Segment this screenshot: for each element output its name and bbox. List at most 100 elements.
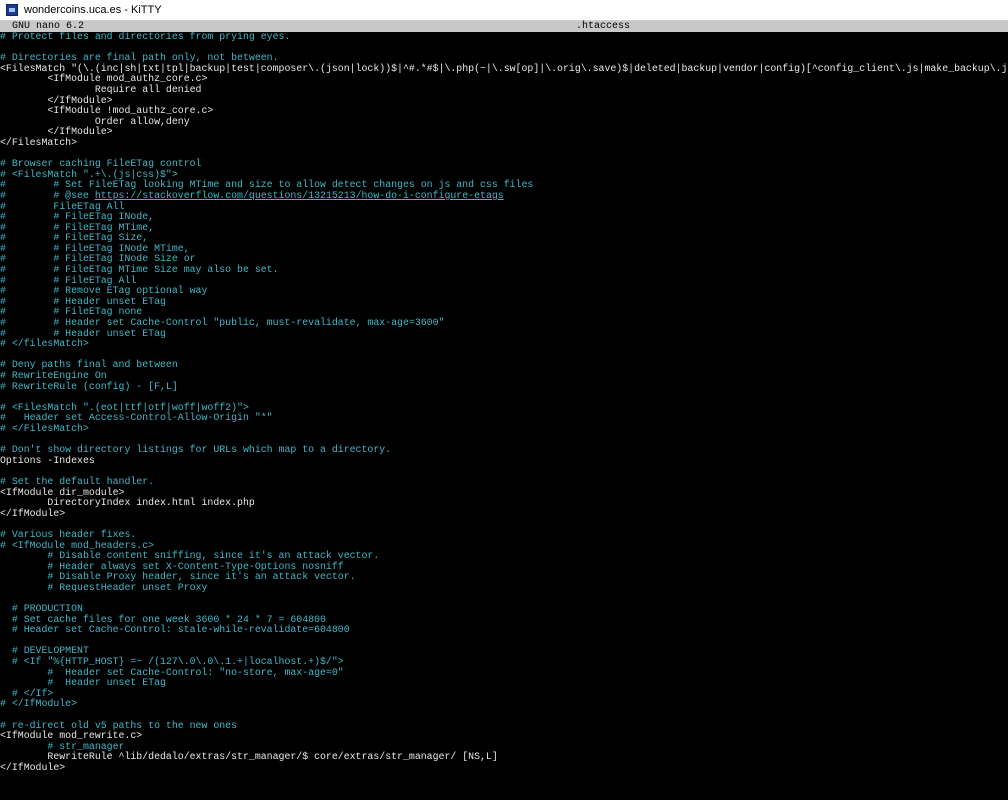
editor-line[interactable]: # </IfModule> bbox=[0, 699, 1008, 710]
nano-filename: .htaccess bbox=[576, 21, 631, 32]
editor-url-link[interactable]: https://stackoverflow.com/questions/1321… bbox=[95, 190, 504, 201]
editor-line-text: # Directories are final path only, not b… bbox=[0, 52, 279, 64]
editor-line-text: # RewriteEngine On bbox=[0, 370, 107, 381]
editor-line-text: # Header set Access-Control-Allow-Origin… bbox=[0, 412, 273, 424]
editor-line[interactable]: Options -Indexes bbox=[0, 454, 1008, 467]
editor-line-text: <IfModule mod_rewrite.c> bbox=[0, 730, 143, 742]
editor-line[interactable]: # re-direct old v5 paths to the new ones bbox=[0, 719, 1008, 732]
editor-line-text: # Don't show directory listings for URLs… bbox=[0, 444, 392, 456]
editor-line-text: # # FileETag Size, bbox=[0, 232, 149, 244]
editor-line[interactable]: </IfModule> bbox=[0, 761, 1008, 774]
editor-line-text: <IfModule !mod_authz_core.c> bbox=[0, 105, 214, 117]
editor-line-text: # Browser caching FileETag control bbox=[0, 158, 202, 170]
editor-line-text: # RewriteRule (config) - [F,L] bbox=[0, 380, 178, 392]
editor-line[interactable] bbox=[0, 593, 1008, 604]
editor-line-text: # <IfModule mod_headers.c> bbox=[0, 539, 155, 551]
editor-line-text: <FilesMatch "(\.(inc|sh|txt|tpl|backup|t… bbox=[0, 62, 1008, 74]
editor-line-text: # Deny paths final and between bbox=[0, 359, 178, 371]
editor-line[interactable] bbox=[0, 519, 1008, 530]
editor-line-text: # Set cache files for one week 3600 * 24… bbox=[0, 613, 326, 625]
editor-line-text: </IfModule> bbox=[0, 126, 113, 138]
editor-line[interactable]: </IfModule> bbox=[0, 127, 1008, 138]
editor-line-text: <IfModule dir_module> bbox=[0, 486, 125, 498]
editor-line-text: # # @see bbox=[0, 189, 95, 201]
window-title: wondercoins.uca.es - KiTTY bbox=[24, 3, 162, 16]
editor-line-text: # </FilesMatch> bbox=[0, 422, 89, 434]
editor-line-text: # re-direct old v5 paths to the new ones bbox=[0, 719, 238, 731]
editor-line-text: # Header unset ETag bbox=[0, 677, 166, 689]
editor-line-text: # # FileETag none bbox=[0, 306, 143, 318]
editor-line[interactable]: # # Header unset ETag bbox=[0, 327, 1008, 340]
editor-line-text: # Header set Cache-Control: stale-while-… bbox=[0, 624, 350, 636]
editor-line[interactable]: # Header set Access-Control-Allow-Origin… bbox=[0, 413, 1008, 424]
editor-line-text: </FilesMatch> bbox=[0, 136, 78, 148]
editor-line[interactable]: <IfModule mod_rewrite.c> bbox=[0, 730, 1008, 742]
editor-line[interactable]: DirectoryIndex index.html index.php bbox=[0, 497, 1008, 509]
editor-line-text: # # FileETag MTime Size may also be set. bbox=[0, 264, 279, 276]
editor-line-text: # # FileETag INode Size or bbox=[0, 253, 196, 265]
editor-line-text: Order allow,deny bbox=[0, 115, 190, 127]
editor-line-text: # Disable content sniffing, since it's a… bbox=[0, 550, 380, 562]
editor-line-text: # Header always set X-Content-Type-Optio… bbox=[0, 560, 344, 572]
editor-line[interactable]: </FilesMatch> bbox=[0, 136, 1008, 149]
editor-line-text: </IfModule> bbox=[0, 507, 66, 519]
editor-line-text: # # Header unset ETag bbox=[0, 295, 166, 307]
nano-version-label: GNU nano 6.2 bbox=[12, 21, 85, 32]
editor-line[interactable]: # Header set Cache-Control: stale-while-… bbox=[0, 624, 1008, 636]
nano-header-bar: GNU nano 6.2 .htaccess bbox=[0, 21, 1008, 32]
editor-line-text: # str_manager bbox=[0, 740, 125, 752]
editor-line-text: # # FileETag All bbox=[0, 274, 137, 286]
editor-line-text: # Disable Proxy header, since it's an at… bbox=[0, 571, 356, 583]
editor-line-text: # # Header unset ETag bbox=[0, 327, 166, 339]
editor-line-text: # # Remove ETag optional way bbox=[0, 285, 208, 297]
editor-line-text: </IfModule> bbox=[0, 761, 66, 773]
window-titlebar[interactable]: wondercoins.uca.es - KiTTY bbox=[0, 0, 1008, 21]
editor-line-text: # Header set Cache-Control: "no-store, m… bbox=[0, 666, 344, 678]
editor-line-text: # Various header fixes. bbox=[0, 528, 137, 540]
editor-line-text: # FileETag All bbox=[0, 200, 125, 212]
editor-line-text: # Protect files and directories from pry… bbox=[0, 32, 291, 42]
editor-line-text: # DEVELOPMENT bbox=[0, 645, 89, 657]
editor-line-text: </IfModule> bbox=[0, 94, 113, 106]
editor-line[interactable]: # # @see https://stackoverflow.com/quest… bbox=[0, 189, 1008, 202]
editor-line-text: # # FileETag INode MTime, bbox=[0, 242, 190, 254]
editor-line-text: # # FileETag MTime, bbox=[0, 221, 155, 233]
editor-line[interactable]: # Header unset ETag bbox=[0, 677, 1008, 689]
editor-line-text: # </IfModule> bbox=[0, 698, 78, 710]
editor-line-text: # Set the default handler. bbox=[0, 475, 155, 487]
editor-line-text: # </filesMatch> bbox=[0, 338, 89, 350]
editor-line-text: Require all denied bbox=[0, 83, 202, 95]
editor-line-text: Options -Indexes bbox=[0, 454, 95, 466]
editor-line[interactable]: # RewriteRule (config) - [F,L] bbox=[0, 380, 1008, 393]
editor-line[interactable]: Require all denied bbox=[0, 83, 1008, 96]
editor-line[interactable]: # RequestHeader unset Proxy bbox=[0, 581, 1008, 594]
editor-line-text: # RequestHeader unset Proxy bbox=[0, 581, 208, 593]
editor-line-text: # <If "%{HTTP_HOST} =~ /(127\.0\.0\.1.+|… bbox=[0, 656, 344, 668]
editor-line-text: # <FilesMatch ".+\.(js|css)$"> bbox=[0, 168, 178, 180]
editor-line-text: # </If> bbox=[0, 687, 54, 699]
editor-line[interactable]: </IfModule> bbox=[0, 507, 1008, 520]
editor-line[interactable]: Order allow,deny bbox=[0, 115, 1008, 128]
editor-line[interactable]: RewriteRule ^lib/dedalo/extras/str_manag… bbox=[0, 752, 1008, 763]
editor-line-text: RewriteRule ^lib/dedalo/extras/str_manag… bbox=[0, 751, 498, 763]
editor-line-text: # # FileETag INode, bbox=[0, 211, 155, 223]
editor-line[interactable]: # Don't show directory listings for URLs… bbox=[0, 444, 1008, 456]
editor-line[interactable]: # # Header unset ETag bbox=[0, 295, 1008, 308]
editor-line[interactable]: # # FileETag MTime, bbox=[0, 221, 1008, 234]
editor-line[interactable]: # # FileETag MTime Size may also be set. bbox=[0, 264, 1008, 276]
editor-line[interactable]: # Set the default handler. bbox=[0, 475, 1008, 488]
editor-line-text: # # Header set Cache-Control "public, mu… bbox=[0, 317, 445, 329]
editor-line-text: # # Set FileETag looking MTime and size … bbox=[0, 179, 534, 191]
editor-line[interactable] bbox=[0, 636, 1008, 647]
editor-line[interactable]: # </FilesMatch> bbox=[0, 422, 1008, 435]
editor-line-text: DirectoryIndex index.html index.php bbox=[0, 497, 255, 509]
editor-text-area[interactable]: # Protect files and directories from pry… bbox=[0, 32, 1008, 800]
editor-line-text: # <FilesMatch ".(eot|ttf|otf|woff|woff2)… bbox=[0, 401, 249, 413]
editor-line-text: <IfModule mod_authz_core.c> bbox=[0, 73, 208, 85]
editor-line[interactable]: # </If> bbox=[0, 687, 1008, 700]
editor-line[interactable]: # Protect files and directories from pry… bbox=[0, 32, 1008, 43]
kitty-terminal-icon bbox=[6, 4, 18, 16]
editor-line-text: # PRODUCTION bbox=[0, 603, 83, 615]
editor-line[interactable]: # Deny paths final and between bbox=[0, 360, 1008, 371]
editor-line[interactable]: # </filesMatch> bbox=[0, 338, 1008, 350]
